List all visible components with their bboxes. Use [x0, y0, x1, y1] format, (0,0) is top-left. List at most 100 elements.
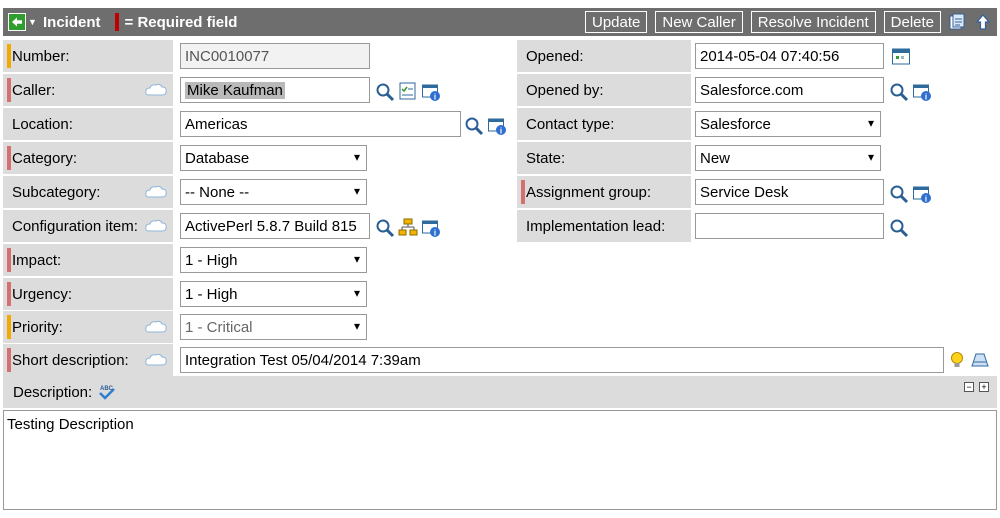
category-select[interactable]: Database	[180, 145, 367, 171]
caller-value: Mike Kaufman	[185, 81, 285, 99]
lightbulb-icon[interactable]	[947, 350, 967, 370]
impact-select[interactable]: 1 - High	[180, 247, 367, 273]
hierarchy-icon[interactable]	[398, 217, 418, 237]
required-marker	[7, 282, 11, 306]
back-button[interactable]: ▼	[8, 12, 40, 32]
update-button[interactable]: Update	[585, 11, 648, 33]
caller-label: Caller:	[12, 81, 56, 99]
assignment-group-label: Assignment group:	[526, 183, 652, 201]
required-marker	[7, 146, 11, 170]
template-icon[interactable]	[970, 350, 990, 370]
new-caller-button[interactable]: New Caller	[655, 11, 743, 33]
chevron-down-icon: ▼	[28, 17, 37, 27]
description-textarea[interactable]: Testing Description	[3, 410, 997, 510]
delete-button[interactable]: Delete	[883, 11, 941, 33]
search-icon[interactable]	[375, 218, 395, 238]
location-label: Location:	[12, 115, 73, 133]
config-item-label: Configuration item:	[12, 217, 138, 235]
header-buttons: Update New Caller Resolve Incident Delet…	[577, 11, 997, 33]
urgency-label: Urgency:	[12, 285, 73, 303]
subcategory-label-cell: Subcategory:	[3, 176, 173, 208]
category-label-cell: Category:	[3, 142, 173, 174]
location-field[interactable]: Americas	[180, 111, 461, 137]
salesforce-icon	[145, 185, 167, 199]
form-header: ▼ Incident = Required field Update New C…	[3, 8, 997, 36]
number-field[interactable]: INC0010077	[180, 43, 370, 69]
state-select[interactable]: New	[695, 145, 881, 171]
reference-info-icon[interactable]: i	[912, 82, 932, 102]
config-item-field[interactable]: ActivePerl 5.8.7 Build 815	[180, 213, 370, 239]
salesforce-icon	[145, 219, 167, 233]
category-label: Category:	[12, 149, 78, 167]
attachment-icon[interactable]	[947, 12, 967, 32]
checklist-icon[interactable]	[398, 81, 418, 101]
svg-text:i: i	[925, 93, 927, 102]
opened-by-label-cell: Opened by:	[517, 74, 691, 106]
search-icon[interactable]	[464, 116, 484, 136]
short-description-label: Short description:	[12, 351, 129, 369]
salesforce-icon	[145, 320, 167, 334]
svg-text:i: i	[925, 195, 927, 204]
opened-field[interactable]: 2014-05-04 07:40:56	[695, 43, 884, 69]
description-label: Description:	[13, 383, 93, 401]
priority-select[interactable]: 1 - Critical	[180, 314, 367, 340]
opened-by-label: Opened by:	[526, 81, 604, 99]
collapse-icon[interactable]: −	[964, 382, 974, 392]
svg-text:i: i	[434, 93, 436, 102]
search-icon[interactable]	[375, 82, 395, 102]
assignment-group-label-cell: Assignment group:	[517, 176, 691, 208]
required-marker	[521, 180, 525, 204]
required-marker	[7, 78, 11, 102]
salesforce-icon	[145, 83, 167, 97]
short-description-label-cell: Short description:	[3, 344, 173, 376]
subcategory-select[interactable]: -- None --	[180, 179, 367, 205]
reference-info-icon[interactable]: i	[421, 82, 441, 102]
reference-info-icon[interactable]: i	[912, 184, 932, 204]
contact-type-label: Contact type:	[526, 115, 615, 133]
mandatory-marker	[7, 315, 11, 339]
required-marker	[114, 13, 119, 31]
state-label: State:	[526, 149, 566, 167]
search-icon[interactable]	[889, 184, 909, 204]
required-marker	[7, 348, 11, 372]
spell-check-icon[interactable]: ABC	[97, 383, 117, 401]
urgency-label-cell: Urgency:	[3, 278, 173, 310]
opened-label-cell: Opened:	[517, 40, 691, 72]
salesforce-icon	[145, 353, 167, 367]
number-label-cell: Number:	[3, 40, 173, 72]
subcategory-label: Subcategory:	[12, 183, 101, 201]
impact-label-cell: Impact:	[3, 244, 173, 276]
reference-info-icon[interactable]: i	[421, 218, 441, 238]
arrow-up-icon[interactable]	[973, 12, 993, 32]
short-description-field[interactable]: Integration Test 05/04/2014 7:39am	[180, 347, 944, 373]
location-label-cell: Location:	[3, 108, 173, 140]
implementation-lead-field[interactable]	[695, 213, 884, 239]
caller-field[interactable]: Mike Kaufman	[180, 77, 370, 103]
required-legend: = Required field	[124, 13, 238, 31]
opened-label: Opened:	[526, 47, 584, 65]
number-label: Number:	[12, 47, 70, 65]
priority-label: Priority:	[12, 318, 63, 336]
config-item-label-cell: Configuration item:	[3, 210, 173, 242]
back-arrow-icon	[8, 13, 26, 31]
search-icon[interactable]	[889, 82, 909, 102]
svg-text:i: i	[434, 229, 436, 238]
svg-text:i: i	[500, 127, 502, 136]
impact-label: Impact:	[12, 251, 62, 269]
reference-info-icon[interactable]: i	[487, 116, 507, 136]
urgency-select[interactable]: 1 - High	[180, 281, 367, 307]
form-title: Incident	[43, 13, 101, 31]
resolve-incident-button[interactable]: Resolve Incident	[750, 11, 876, 33]
search-icon[interactable]	[889, 218, 909, 238]
implementation-lead-label-cell: Implementation lead:	[517, 210, 691, 242]
caller-label-cell: Caller:	[3, 74, 173, 106]
calendar-icon[interactable]	[891, 46, 911, 66]
opened-by-field[interactable]: Salesforce.com	[695, 77, 884, 103]
expand-icon[interactable]: +	[979, 382, 989, 392]
contact-type-select[interactable]: Salesforce	[695, 111, 881, 137]
mandatory-marker	[7, 44, 11, 68]
assignment-group-field[interactable]: Service Desk	[695, 179, 884, 205]
state-label-cell: State:	[517, 142, 691, 174]
required-marker	[7, 248, 11, 272]
implementation-lead-label: Implementation lead:	[526, 217, 666, 235]
